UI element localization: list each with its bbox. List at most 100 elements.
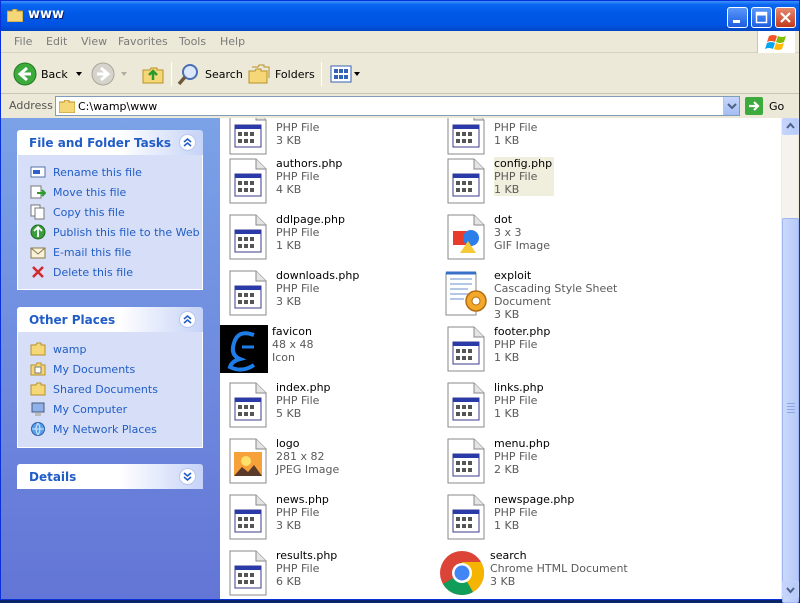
- menu-favorites[interactable]: Favorites: [118, 35, 168, 48]
- file-item[interactable]: favicon 48 x 48 Icon: [220, 325, 430, 375]
- file-item[interactable]: links.php PHP File 1 KB: [442, 381, 652, 431]
- file-item[interactable]: downloads.php PHP File 3 KB: [224, 269, 434, 319]
- file-item[interactable]: PHP File 3 KB: [224, 118, 434, 158]
- address-bar: Address C:\wamp\www Go: [1, 95, 799, 117]
- file-tasks-panel: Rename this file Move this file Copy thi…: [17, 155, 203, 290]
- chevron-down-icon: [354, 72, 360, 76]
- up-folder-icon: [142, 67, 164, 84]
- other-places-panel: wamp My Documents Shared Documents My Co…: [17, 332, 203, 448]
- file-item[interactable]: authors.php PHP File 4 KB: [224, 157, 434, 207]
- gif-image-icon: [442, 213, 490, 261]
- file-item[interactable]: config.php PHP File 1 KB: [442, 157, 652, 207]
- place-network[interactable]: My Network Places: [30, 420, 157, 438]
- views-button[interactable]: [329, 60, 363, 88]
- window-title: www: [28, 7, 65, 22]
- php-file-icon: [224, 213, 272, 261]
- task-publish[interactable]: Publish this file to the Web: [30, 223, 200, 241]
- chevron-down-icon: [121, 72, 127, 76]
- file-item[interactable]: footer.php PHP File 1 KB: [442, 325, 652, 375]
- windows-flag-icon: [765, 35, 786, 50]
- task-delete[interactable]: Delete this file: [30, 263, 133, 281]
- expand-button[interactable]: [179, 468, 196, 485]
- forward-button[interactable]: [91, 60, 131, 88]
- collapse-button[interactable]: [179, 311, 196, 328]
- vertical-scrollbar[interactable]: [781, 118, 799, 603]
- address-label: Address: [9, 99, 53, 112]
- place-my-documents[interactable]: My Documents: [30, 360, 135, 378]
- minimize-button[interactable]: [727, 7, 748, 28]
- task-copy[interactable]: Copy this file: [30, 203, 125, 221]
- php-file-icon: [224, 157, 272, 205]
- chevron-down-icon: [75, 72, 82, 76]
- php-file-icon: [224, 118, 272, 156]
- php-file-icon: [442, 381, 490, 429]
- php-file-icon: [224, 381, 272, 429]
- computer-icon: [31, 402, 45, 416]
- file-item[interactable]: news.php PHP File 3 KB: [224, 493, 434, 543]
- php-file-icon: [442, 325, 490, 373]
- views-icon: [330, 65, 352, 83]
- folders-button[interactable]: Folders: [247, 60, 315, 88]
- place-wamp[interactable]: wamp: [30, 340, 86, 358]
- place-shared-documents[interactable]: Shared Documents: [30, 380, 158, 398]
- file-item[interactable]: PHP File 1 KB: [442, 118, 652, 158]
- double-chevron-up-icon: [183, 314, 192, 324]
- task-move[interactable]: Move this file: [30, 183, 126, 201]
- folders-icon: [248, 64, 270, 84]
- title-bar[interactable]: www: [1, 1, 799, 31]
- close-button[interactable]: [775, 7, 796, 28]
- back-arrow-icon: [13, 62, 37, 86]
- close-icon: [780, 12, 791, 23]
- address-input[interactable]: C:\wamp\www: [55, 96, 740, 116]
- go-button[interactable]: Go: [745, 97, 784, 115]
- php-file-icon: [224, 493, 272, 541]
- collapse-button[interactable]: [179, 134, 196, 151]
- file-item[interactable]: search Chrome HTML Document 3 KB: [438, 549, 648, 599]
- php-file-icon: [224, 269, 272, 317]
- details-header[interactable]: Details: [17, 464, 203, 489]
- rename-icon: [30, 166, 46, 178]
- double-chevron-up-icon: [183, 137, 192, 147]
- folder-icon: [7, 9, 23, 22]
- file-item[interactable]: results.php PHP File 6 KB: [224, 549, 434, 599]
- scroll-thumb[interactable]: [782, 218, 799, 603]
- folder-icon: [30, 342, 46, 356]
- network-icon: [31, 422, 45, 436]
- file-item[interactable]: menu.php PHP File 2 KB: [442, 437, 652, 487]
- task-email[interactable]: E-mail this file: [30, 243, 131, 261]
- search-button[interactable]: Search: [177, 60, 243, 88]
- menu-tools[interactable]: Tools: [179, 35, 206, 48]
- chevron-down-icon: [727, 103, 737, 110]
- delete-icon: [32, 266, 44, 278]
- up-folder-button[interactable]: [141, 60, 165, 88]
- minimize-icon: [733, 20, 740, 23]
- scroll-down-button[interactable]: [782, 581, 799, 598]
- chrome-document-icon: [438, 549, 486, 597]
- menu-view[interactable]: View: [81, 35, 107, 48]
- task-rename[interactable]: Rename this file: [30, 163, 142, 181]
- css-document-icon: [442, 269, 490, 317]
- file-item[interactable]: dot 3 x 3 GIF Image: [442, 213, 652, 263]
- menu-help[interactable]: Help: [220, 35, 245, 48]
- address-dropdown-button[interactable]: [723, 97, 739, 115]
- back-button[interactable]: Back: [13, 60, 86, 88]
- windows-logo: [757, 31, 795, 53]
- maximize-button[interactable]: [751, 7, 772, 28]
- file-item[interactable]: newspage.php PHP File 1 KB: [442, 493, 652, 543]
- file-item[interactable]: ddlpage.php PHP File 1 KB: [224, 213, 434, 263]
- place-my-computer[interactable]: My Computer: [30, 400, 127, 418]
- file-item[interactable]: index.php PHP File 5 KB: [224, 381, 434, 431]
- maximize-icon: [755, 11, 768, 24]
- scroll-up-button[interactable]: [782, 118, 799, 135]
- menu-edit[interactable]: Edit: [46, 35, 67, 48]
- menu-file[interactable]: File: [14, 35, 32, 48]
- file-list: PHP File 3 KB PHP File 1 KB authors.php PHP…: [220, 118, 781, 599]
- arrow-down-icon: [786, 587, 795, 594]
- forward-arrow-icon: [91, 62, 115, 86]
- other-places-header[interactable]: Other Places: [17, 307, 203, 332]
- file-tasks-header[interactable]: File and Folder Tasks: [17, 130, 203, 155]
- file-item[interactable]: logo 281 x 82 JPEG Image: [224, 437, 434, 487]
- standard-toolbar: Back Search Folders: [1, 54, 799, 94]
- file-item[interactable]: exploit Cascading Style Sheet Document 3 K…: [442, 269, 652, 321]
- address-path: C:\wamp\www: [78, 100, 158, 113]
